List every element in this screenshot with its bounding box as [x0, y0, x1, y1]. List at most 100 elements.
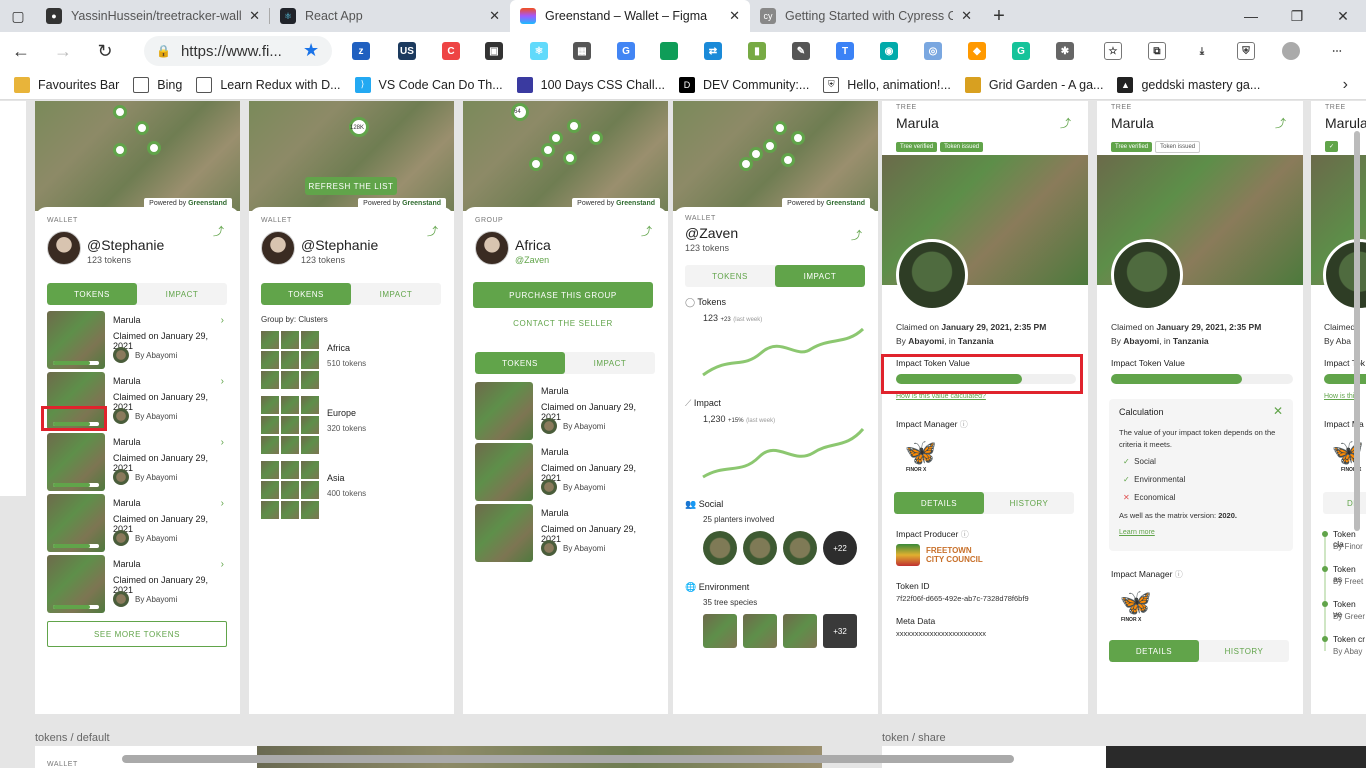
- list-item[interactable]: Marula › Claimed on January 29, 2021 By Aba…: [47, 555, 228, 613]
- new-tab-button[interactable]: +: [982, 5, 1016, 28]
- forward-icon[interactable]: →: [42, 41, 84, 62]
- list-item[interactable]: Marula › Claimed on January 29, 2021 By Aba…: [47, 433, 228, 491]
- tab-impact[interactable]: IMPACT: [565, 352, 655, 374]
- tab-github[interactable]: ● YassinHussein/treetracker-wallet ✕: [36, 0, 270, 32]
- cluster-grid[interactable]: [261, 461, 319, 519]
- extension-icon[interactable]: ⇄: [704, 42, 722, 60]
- refresh-icon[interactable]: ↻: [84, 41, 126, 62]
- favorites-icon[interactable]: ☆: [1104, 42, 1122, 60]
- chevron-right-icon[interactable]: ›: [221, 559, 224, 570]
- see-more-tokens-button[interactable]: SEE MORE TOKENS: [47, 621, 227, 647]
- frame-wallet-clusters[interactable]: 128K REFRESH THE LIST Powered by Greenst…: [249, 101, 454, 714]
- list-item[interactable]: Marula › Claimed on January 29, 2021 By Aba…: [47, 494, 228, 552]
- cluster-name[interactable]: Africa: [327, 343, 350, 353]
- tab-actions-icon[interactable]: ▢: [0, 0, 36, 32]
- share-icon[interactable]: ⤴: [427, 223, 438, 239]
- frame-token-calculation[interactable]: TREE Marula ⤴ Tree verified Token issued …: [1097, 101, 1303, 714]
- tab-details[interactable]: DETAILS: [894, 492, 984, 514]
- grammarly-icon[interactable]: G: [1012, 42, 1030, 60]
- vpn-icon[interactable]: US: [398, 42, 416, 60]
- contact-seller-button[interactable]: CONTACT THE SELLER: [473, 319, 653, 328]
- bookmark-vscode[interactable]: ⟩ VS Code Can Do Th...: [354, 76, 503, 93]
- tab-impact[interactable]: IMPACT: [351, 283, 441, 305]
- restore-icon[interactable]: ❐: [1274, 0, 1320, 32]
- cluster-name[interactable]: Europe: [327, 408, 356, 418]
- figma-canvas[interactable]: Powered by Greenstand WALLET @Stephanie …: [0, 101, 1366, 768]
- frame-label[interactable]: token / share: [882, 732, 946, 744]
- extensions-puzzle-icon[interactable]: ✱: [1056, 42, 1074, 60]
- qr-icon[interactable]: ▦: [573, 42, 591, 60]
- frame-wallet-impact[interactable]: Powered by Greenstand WALLET @Zaven 123 …: [673, 101, 878, 714]
- translate-icon[interactable]: G: [617, 42, 635, 60]
- bookmark-bing[interactable]: Bing: [133, 76, 182, 93]
- extension-icon[interactable]: z: [352, 42, 370, 60]
- close-icon[interactable]: ✕: [249, 8, 260, 24]
- list-item[interactable]: Marula Claimed on January 29, 2021 By Abay…: [475, 443, 656, 501]
- favorite-star-icon[interactable]: ★: [303, 40, 319, 61]
- downloads-icon[interactable]: ⤓: [1193, 42, 1211, 60]
- vertical-scrollbar[interactable]: [1354, 131, 1360, 531]
- chevron-right-icon[interactable]: ›: [221, 376, 224, 387]
- back-icon[interactable]: ←: [0, 41, 42, 62]
- tab-details[interactable]: DETAILS: [1109, 640, 1199, 662]
- planter-avatar[interactable]: [743, 531, 777, 565]
- minimize-icon[interactable]: —: [1228, 0, 1274, 32]
- tab-impact[interactable]: IMPACT: [775, 265, 865, 287]
- list-item[interactable]: Marula Claimed on January 29, 2021 By Abay…: [475, 504, 656, 562]
- frame-label[interactable]: tokens / default: [35, 732, 110, 744]
- tab-figma[interactable]: Greenstand – Wallet – Figma ✕: [510, 0, 750, 32]
- extension-icon[interactable]: T: [836, 42, 854, 60]
- eyedropper-icon[interactable]: ✎: [792, 42, 810, 60]
- more-planters[interactable]: +22: [823, 531, 857, 565]
- bookmark-redux[interactable]: Learn Redux with D...: [196, 76, 341, 93]
- profile-avatar[interactable]: [1282, 42, 1300, 60]
- chevron-right-icon[interactable]: ›: [221, 498, 224, 509]
- refresh-list-button[interactable]: REFRESH THE LIST: [305, 177, 397, 195]
- tab-cypress[interactable]: cy Getting Started with Cypress Con ✕: [750, 0, 982, 32]
- chevron-right-icon[interactable]: ›: [221, 437, 224, 448]
- extension-icon[interactable]: [660, 42, 678, 60]
- species-thumbnail[interactable]: [783, 614, 817, 648]
- learn-more-link[interactable]: Learn more: [1119, 529, 1155, 536]
- extension-icon[interactable]: ◆: [968, 42, 986, 60]
- list-item[interactable]: Marula Claimed on January 29, 2021 By Abay…: [475, 382, 656, 440]
- collections-icon[interactable]: ⧉: [1148, 42, 1166, 60]
- purchase-group-button[interactable]: PURCHASE THIS GROUP: [473, 282, 653, 308]
- close-icon[interactable]: ✕: [729, 8, 740, 24]
- share-icon[interactable]: ⤴: [851, 227, 862, 243]
- share-icon[interactable]: ⤴: [641, 223, 652, 239]
- extension-icon[interactable]: ▮: [748, 42, 766, 60]
- bookmark-css[interactable]: 100 Days CSS Chall...: [516, 76, 665, 93]
- close-window-icon[interactable]: ✕: [1320, 0, 1366, 32]
- horizontal-scrollbar[interactable]: [122, 755, 1014, 763]
- planter-avatar[interactable]: [783, 531, 817, 565]
- close-icon[interactable]: ✕: [1273, 404, 1283, 418]
- bookmark-geddski[interactable]: ▲ geddski mastery ga...: [1117, 76, 1260, 93]
- bookmark-favourites-bar[interactable]: Favourites Bar: [14, 76, 119, 93]
- camera-icon[interactable]: ◎: [924, 42, 942, 60]
- close-icon[interactable]: ✕: [489, 8, 500, 24]
- tab-tokens[interactable]: TOKENS: [475, 352, 565, 374]
- frame-group[interactable]: 64 Powered by Greenstand GROUP Africa @Z…: [463, 101, 668, 714]
- share-icon[interactable]: ⤴: [1060, 115, 1071, 131]
- calculation-link[interactable]: How is this value calculated?: [896, 393, 986, 400]
- more-menu-icon[interactable]: ⋯: [1328, 42, 1346, 60]
- cluster-grid[interactable]: [261, 396, 319, 454]
- bookmark-grid-garden[interactable]: Grid Garden - A ga...: [964, 76, 1103, 93]
- frame-token-detail[interactable]: TREE Marula ⤴ Tree verified Token issued …: [882, 101, 1088, 714]
- close-icon[interactable]: ✕: [961, 8, 972, 24]
- cluster-name[interactable]: Asia: [327, 473, 345, 483]
- security-icon[interactable]: ⛨: [1237, 42, 1255, 60]
- share-icon[interactable]: ⤴: [1275, 115, 1286, 131]
- more-species[interactable]: +32: [823, 614, 857, 648]
- bookmark-animation[interactable]: ⛨ Hello, animation!...: [823, 76, 951, 93]
- tab-tokens[interactable]: TOKENS: [685, 265, 775, 287]
- tab-react[interactable]: ⚛ React App ✕: [270, 0, 510, 32]
- extension-icon[interactable]: ◉: [880, 42, 898, 60]
- react-devtools-icon[interactable]: ⚛: [530, 42, 548, 60]
- list-item[interactable]: Marula › Claimed on January 29, 2021 By Aba…: [47, 311, 228, 369]
- tab-tokens[interactable]: TOKENS: [261, 283, 351, 305]
- share-icon[interactable]: ⤴: [213, 223, 224, 239]
- extension-icon[interactable]: ▣: [485, 42, 503, 60]
- extension-icon[interactable]: C: [442, 42, 460, 60]
